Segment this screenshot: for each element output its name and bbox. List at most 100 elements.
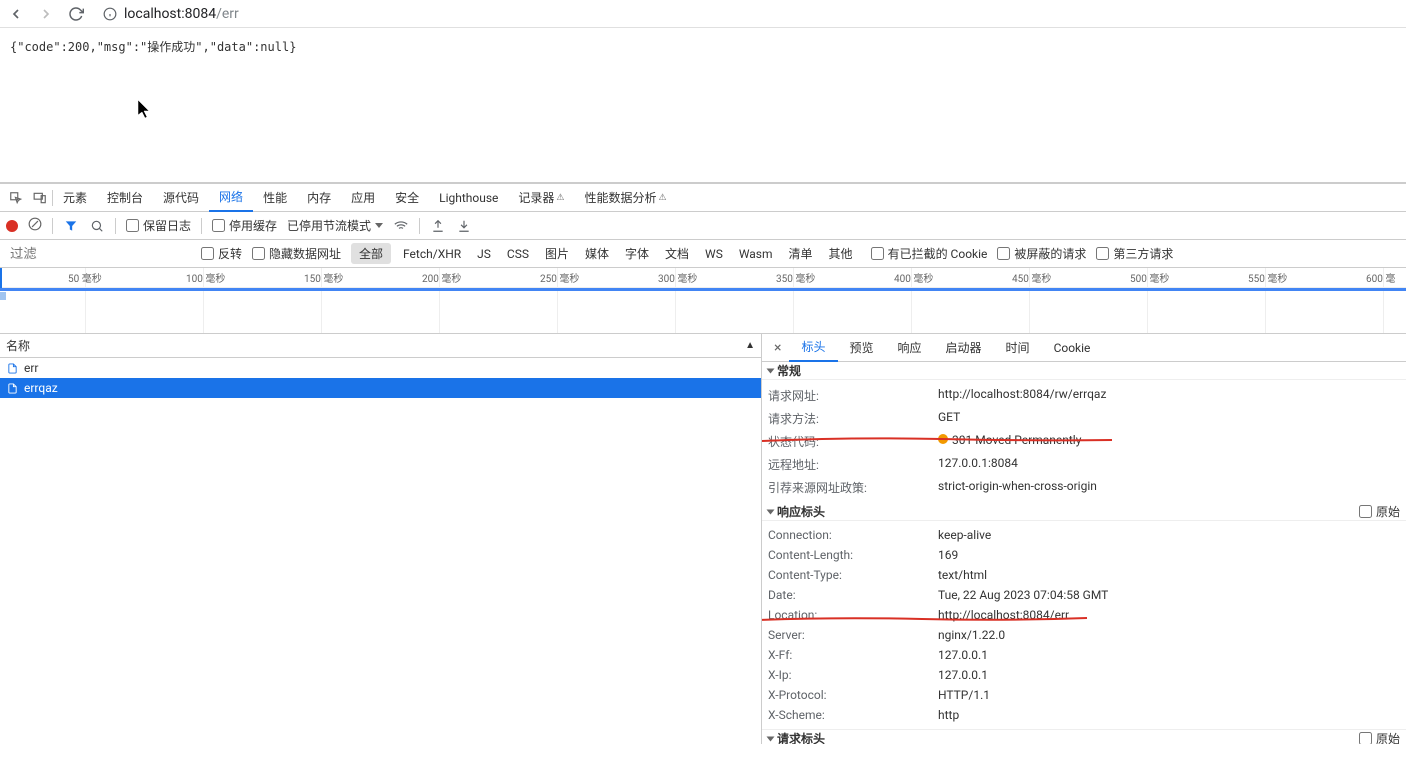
chevron-down-icon: [375, 223, 383, 228]
disclosure-triangle-icon: [767, 368, 775, 373]
filter-row: 反转 隐藏数据网址 全部 Fetch/XHR JS CSS 图片 媒体 字体 文…: [0, 240, 1406, 268]
wifi-icon[interactable]: [393, 218, 409, 234]
browser-toolbar: localhost:8084/err: [0, 0, 1406, 28]
header-row: Content-Type:text/html: [768, 565, 1400, 585]
tab-response[interactable]: 响应: [886, 334, 934, 362]
upload-har-icon[interactable]: [430, 218, 446, 234]
request-name: err: [24, 361, 39, 375]
blocked-cookies-check[interactable]: 有已拦截的 Cookie: [871, 245, 988, 262]
forward-button[interactable]: [38, 6, 54, 22]
filter-manifest[interactable]: 清单: [781, 243, 821, 264]
timeline-tick: 500 毫秒: [1147, 268, 1169, 334]
kv-key: X-Protocol:: [768, 688, 938, 702]
tab-console[interactable]: 控制台: [97, 184, 153, 212]
beta-badge: ⚠: [659, 193, 667, 203]
tab-performance[interactable]: 性能: [253, 184, 297, 212]
filter-ws[interactable]: WS: [697, 245, 731, 263]
filter-all[interactable]: 全部: [351, 243, 391, 264]
section-request-headers[interactable]: 请求标头 原始: [762, 729, 1406, 744]
inspect-element-icon[interactable]: [4, 191, 28, 205]
blocked-requests-check[interactable]: 被屏蔽的请求: [997, 245, 1086, 262]
kv-val: GET: [938, 410, 1400, 427]
kv-key: X-Ip:: [768, 668, 938, 682]
filter-js[interactable]: JS: [469, 245, 499, 263]
tab-cookies[interactable]: Cookie: [1042, 334, 1103, 362]
kv-val: 127.0.0.1: [938, 648, 1400, 662]
search-icon[interactable]: [89, 218, 105, 234]
filter-css[interactable]: CSS: [499, 245, 537, 263]
disclosure-triangle-icon: [767, 509, 775, 514]
tab-sources[interactable]: 源代码: [153, 184, 209, 212]
tab-perf-insights[interactable]: 性能数据分析⚠: [575, 184, 677, 212]
tab-elements[interactable]: 元素: [53, 184, 97, 212]
sort-indicator-icon: ▲: [745, 340, 755, 351]
close-details-button[interactable]: ×: [766, 340, 789, 356]
divider: [419, 218, 420, 234]
section-response-headers[interactable]: 响应标头 原始: [762, 503, 1406, 521]
kv-val: 301 Moved Permanently: [938, 433, 1400, 450]
kv-key: X-Scheme:: [768, 708, 938, 722]
tab-application[interactable]: 应用: [341, 184, 385, 212]
tab-preview[interactable]: 预览: [838, 334, 886, 362]
request-row[interactable]: errqaz: [0, 378, 761, 398]
tab-recorder[interactable]: 记录器⚠: [508, 184, 574, 212]
clear-button[interactable]: [28, 217, 42, 234]
filter-other[interactable]: 其他: [821, 243, 861, 264]
header-row: X-Ff:127.0.0.1: [768, 645, 1400, 665]
raw-toggle[interactable]: 原始: [1359, 503, 1400, 520]
third-party-check[interactable]: 第三方请求: [1096, 245, 1173, 262]
hide-data-urls-check[interactable]: 隐藏数据网址: [252, 245, 341, 262]
header-row: Content-Length:169: [768, 545, 1400, 565]
kv-key: Content-Length:: [768, 548, 938, 562]
filter-img[interactable]: 图片: [537, 243, 577, 264]
kv-val: http://localhost:8084/err: [938, 608, 1400, 622]
filter-doc[interactable]: 文档: [657, 243, 697, 264]
tab-initiator[interactable]: 启动器: [934, 334, 994, 362]
devtools: 元素 控制台 源代码 网络 性能 内存 应用 安全 Lighthouse 记录器…: [0, 182, 1406, 744]
request-row[interactable]: err: [0, 358, 761, 378]
timeline-tick: 300 毫秒: [675, 268, 697, 334]
raw-toggle[interactable]: 原始: [1359, 730, 1400, 744]
details-tabs: × 标头 预览 响应 启动器 时间 Cookie: [762, 334, 1406, 362]
filter-font[interactable]: 字体: [617, 243, 657, 264]
kv-key: 远程地址:: [768, 456, 938, 473]
tab-timing[interactable]: 时间: [994, 334, 1042, 362]
tab-lighthouse[interactable]: Lighthouse: [429, 184, 508, 212]
back-button[interactable]: [8, 6, 24, 22]
network-main: 名称 ▲ err errqaz × 标头 预览 响应 启动器 时间 Cookie: [0, 334, 1406, 744]
timeline-tick: 450 毫秒: [1029, 268, 1051, 334]
filter-icon[interactable]: [63, 218, 79, 234]
tab-memory[interactable]: 内存: [297, 184, 341, 212]
page-response-body: {"code":200,"msg":"操作成功","data":null}: [0, 28, 1406, 182]
filter-fetch-xhr[interactable]: Fetch/XHR: [395, 245, 469, 263]
tab-network[interactable]: 网络: [209, 184, 253, 212]
list-header[interactable]: 名称 ▲: [0, 334, 761, 358]
kv-key: Date:: [768, 588, 938, 602]
filter-media[interactable]: 媒体: [577, 243, 617, 264]
timeline-request-bar: [0, 292, 6, 300]
record-button[interactable]: [6, 220, 18, 232]
kv-val: Tue, 22 Aug 2023 07:04:58 GMT: [938, 588, 1400, 602]
throttling-select[interactable]: 已停用节流模式: [287, 217, 383, 234]
disable-cache-check[interactable]: 停用缓存: [212, 217, 277, 234]
address-bar[interactable]: localhost:8084/err: [98, 6, 1398, 22]
section-general[interactable]: 常规: [762, 362, 1406, 380]
timeline-tick: 100 毫秒: [203, 268, 225, 334]
timeline-overview-strip: [0, 288, 1406, 291]
kv-val: 127.0.0.1: [938, 668, 1400, 682]
filter-wasm[interactable]: Wasm: [731, 245, 781, 263]
kv-key: 状态代码:: [768, 433, 938, 450]
download-har-icon[interactable]: [456, 218, 472, 234]
header-row: Location:http://localhost:8084/err: [768, 605, 1400, 625]
header-row: Connection:keep-alive: [768, 525, 1400, 545]
tab-security[interactable]: 安全: [385, 184, 429, 212]
network-timeline[interactable]: 50 毫秒100 毫秒150 毫秒200 毫秒250 毫秒300 毫秒350 毫…: [0, 268, 1406, 334]
preserve-log-check[interactable]: 保留日志: [126, 217, 191, 234]
invert-check[interactable]: 反转: [201, 245, 242, 262]
reload-button[interactable]: [68, 6, 84, 22]
header-row: Server:nginx/1.22.0: [768, 625, 1400, 645]
filter-input[interactable]: [6, 244, 191, 263]
tab-headers[interactable]: 标头: [789, 334, 837, 362]
kv-key: X-Ff:: [768, 648, 938, 662]
device-toggle-icon[interactable]: [28, 191, 52, 205]
